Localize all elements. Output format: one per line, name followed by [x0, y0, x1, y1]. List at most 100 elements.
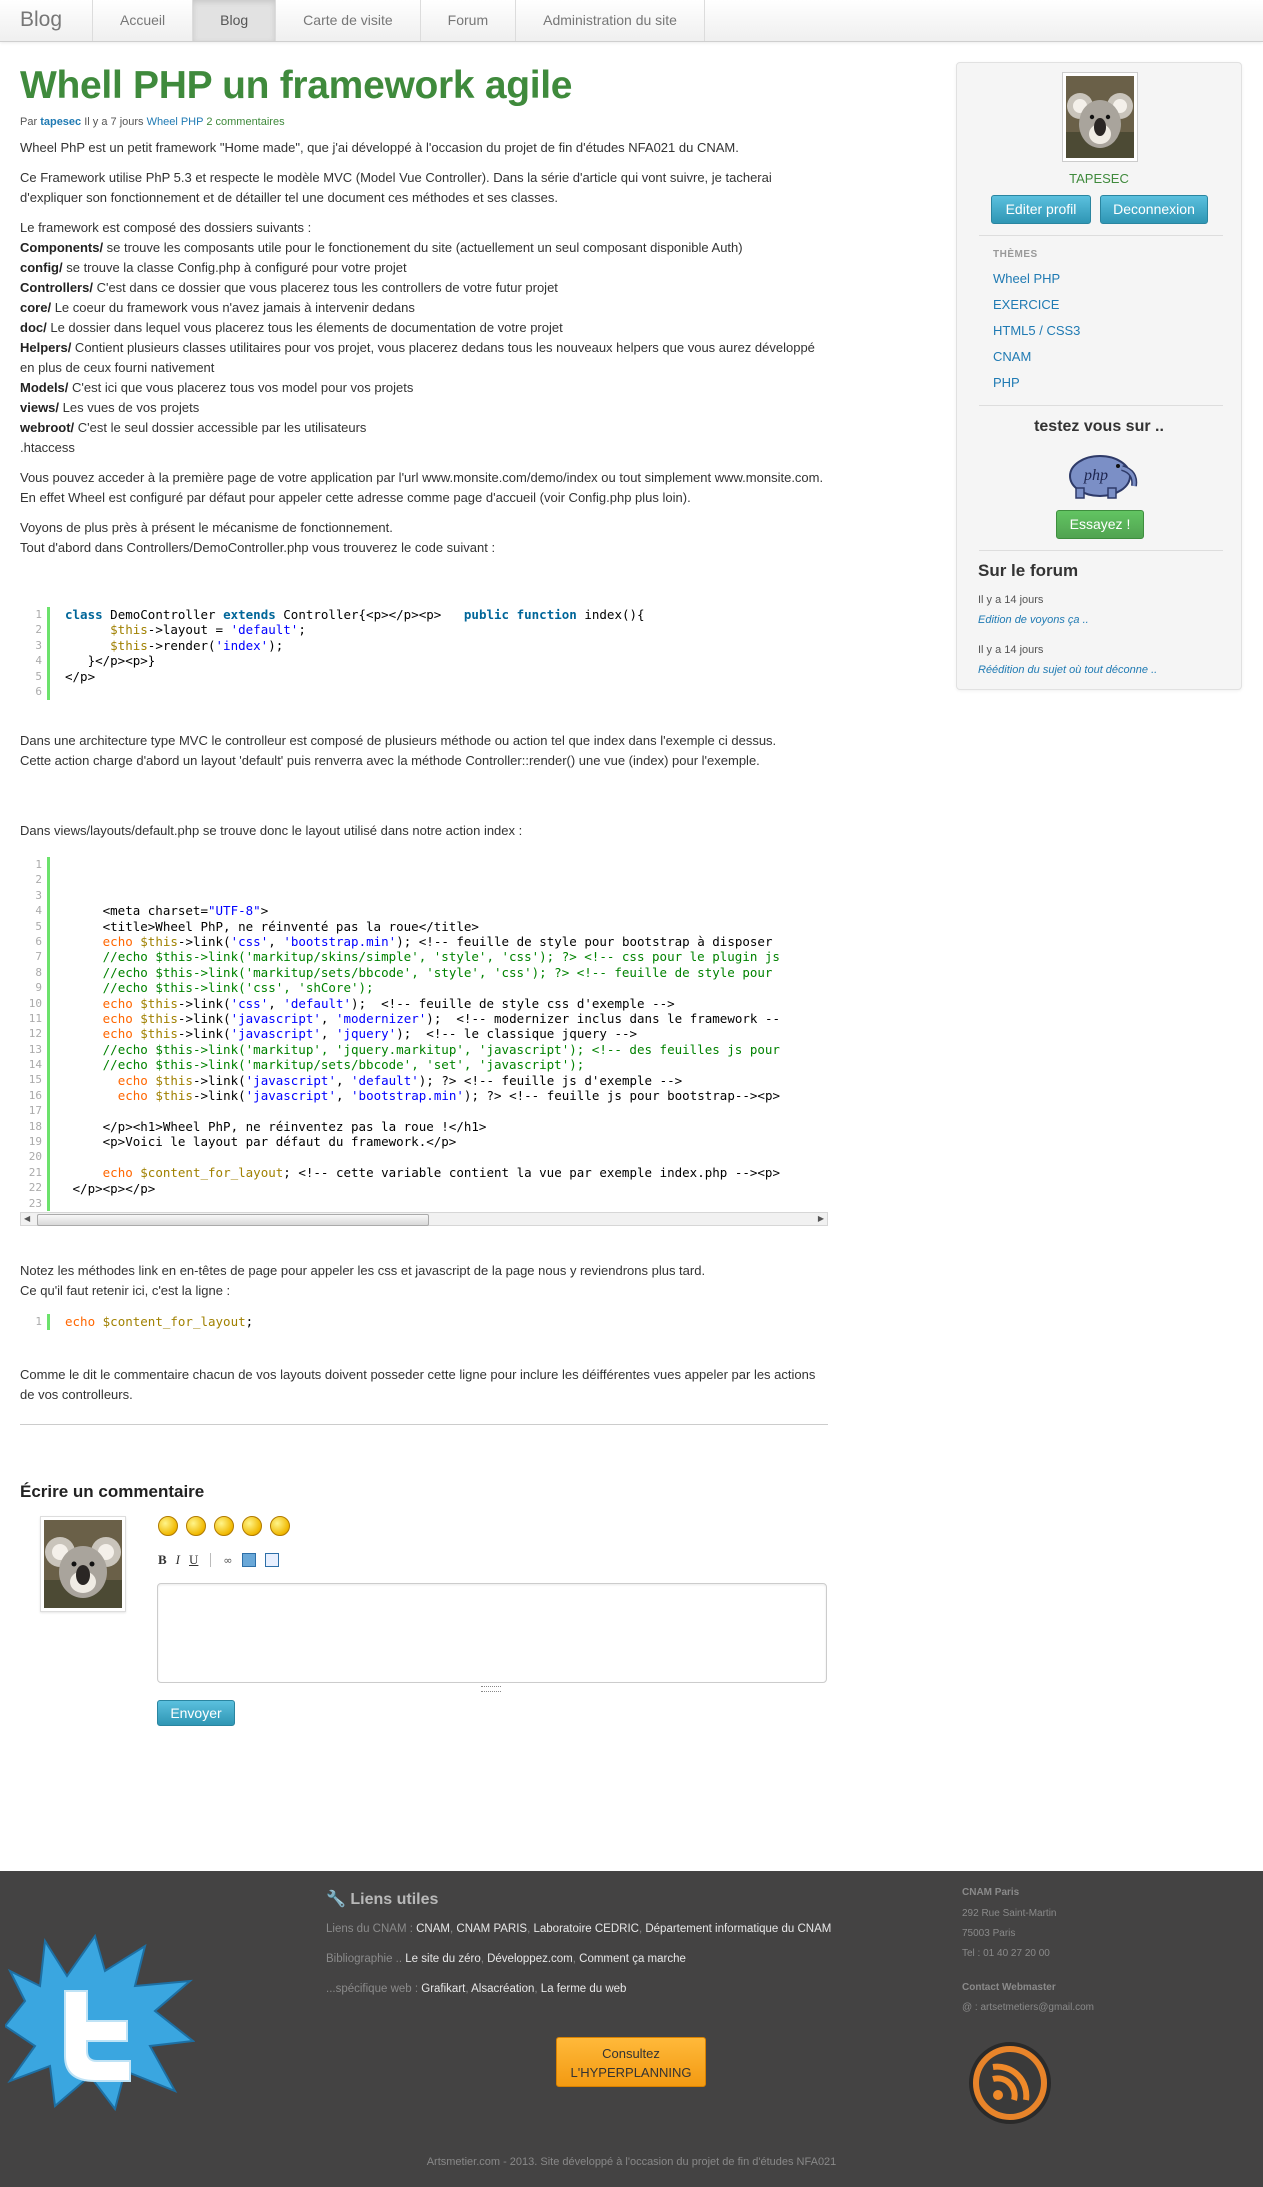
footer-link[interactable]: Grafikart	[421, 1983, 465, 1995]
notez-line-2: Ce qu'il faut retenir ici, c'est la lign…	[20, 1283, 231, 1298]
folder-item: views/ Les vues de vos projets	[20, 400, 200, 415]
footer-link[interactable]: Comment ça marche	[579, 1953, 686, 1965]
mvc-line-1: Dans une architecture type MVC le contro…	[20, 733, 777, 748]
insert-image-icon[interactable]	[241, 1553, 256, 1567]
folder-item: doc/ Le dossier dans lequel vous placere…	[20, 320, 563, 335]
svg-text:php: php	[1083, 467, 1108, 484]
nav-item-accueil[interactable]: Accueil	[93, 0, 194, 41]
textarea-resize-handle[interactable]	[481, 1686, 501, 1692]
blog-article: Whell PHP un framework agile Par tapesec…	[20, 64, 828, 558]
bold-button[interactable]: B	[158, 1552, 167, 1568]
smiley-thinking-icon[interactable]	[158, 1516, 178, 1536]
footer-row-bibliographie: Bibliographie .. Le site du zéro, Dévelo…	[326, 1953, 686, 1965]
php-elephant-icon[interactable]: php	[1060, 450, 1140, 500]
voyons-paragraph: Voyons de plus près à présent le mécanis…	[20, 518, 828, 558]
folder-item: config/ se trouve la classe Config.php à…	[20, 260, 407, 275]
code-gutter-bar	[47, 857, 50, 1211]
smiley-wink-icon[interactable]	[270, 1516, 290, 1536]
code-source: <meta charset="UTF-8"> <title>Wheel PhP,…	[72, 903, 781, 1196]
address-phone: Tel : 01 40 27 20 00	[962, 1948, 1050, 1959]
post-title: Whell PHP un framework agile	[20, 64, 573, 107]
sidebar: TAPESEC Editer profil Deconnexion THÈMES…	[956, 62, 1242, 690]
folder-item: Helpers/ Contient plusieurs classes util…	[20, 340, 815, 375]
folder-list-intro: Le framework est composé des dossiers su…	[20, 220, 312, 235]
main-nav: Accueil Blog Carte de visite Forum Admin…	[92, 0, 705, 41]
sidebar-divider	[979, 235, 1223, 236]
htaccess-item: .htaccess	[20, 440, 75, 455]
code-horizontal-scrollbar[interactable]: ◀ ▶	[20, 1212, 828, 1226]
twitter-bird-icon[interactable]	[5, 1931, 195, 2111]
comments-link[interactable]: 2 commentaires	[206, 116, 284, 128]
footer-link[interactable]: Le site du zéro	[405, 1953, 480, 1965]
footer-link[interactable]: Alsacréation	[471, 1983, 534, 1995]
scroll-left-arrow-icon[interactable]: ◀	[24, 1214, 30, 1223]
underline-button[interactable]: U	[189, 1552, 198, 1568]
folder-item: Models/ C'est ici que vous placerez tous…	[20, 380, 414, 395]
hyperplanning-line-2: L'HYPERPLANNING	[570, 2065, 692, 2080]
avatar	[1062, 72, 1138, 162]
forum-post-time: Il y a 14 jours	[978, 644, 1044, 656]
code-block-controller: 123456 class DemoController extends Cont…	[20, 607, 828, 700]
code-source: echo $content_for_layout;	[65, 1314, 254, 1329]
wrench-icon: 🔧	[326, 1889, 346, 1908]
smiley-cool-icon[interactable]	[242, 1516, 262, 1536]
edit-profile-button[interactable]: Editer profil	[991, 195, 1091, 224]
intro-paragraph-1: Wheel PhP est un petit framework "Home m…	[20, 140, 739, 155]
folder-item: core/ Le coeur du framework vous n'avez …	[20, 300, 415, 315]
voyons-line-2: Tout d'abord dans Controllers/DemoContro…	[20, 540, 496, 555]
footer-row-cnam: Liens du CNAM : CNAM, CNAM PARIS, Labora…	[326, 1923, 832, 1935]
hyperplanning-button[interactable]: Consultez L'HYPERPLANNING	[556, 2037, 706, 2087]
mvc-paragraph: Dans une architecture type MVC le contro…	[20, 731, 810, 771]
footer-link[interactable]: CNAM PARIS	[456, 1923, 527, 1935]
sidebar-divider	[979, 550, 1223, 551]
link-icon[interactable]: ∞	[223, 1554, 232, 1567]
line-numbers: 123456	[35, 608, 42, 698]
avatar	[40, 1516, 126, 1612]
folder-item: webroot/ C'est le seul dossier accessibl…	[20, 420, 367, 435]
forum-post-link[interactable]: Réédition du sujet où tout déconne ..	[978, 664, 1157, 676]
footer-link[interactable]: CNAM	[416, 1923, 450, 1935]
smiley-neutral-icon[interactable]	[186, 1516, 206, 1536]
comment-textarea[interactable]	[157, 1583, 827, 1683]
footer-link[interactable]: Département informatique du CNAM	[645, 1923, 831, 1935]
smiley-laughing-icon[interactable]	[214, 1516, 234, 1536]
sidebar-username[interactable]: TAPESEC	[957, 171, 1241, 186]
footer-link[interactable]: Développez.com	[487, 1953, 573, 1965]
address-street: 292 Rue Saint-Martin	[962, 1908, 1057, 1919]
theme-link-php[interactable]: PHP	[993, 375, 1020, 390]
scrollbar-thumb[interactable]	[37, 1214, 429, 1226]
insert-code-icon[interactable]	[264, 1553, 279, 1567]
koala-avatar	[44, 1520, 122, 1608]
contact-email[interactable]: @ : artsetmetiers@gmail.com	[962, 2002, 1094, 2013]
theme-link-cnam[interactable]: CNAM	[993, 349, 1031, 364]
italic-button[interactable]: I	[176, 1552, 180, 1568]
brand-logo[interactable]: Blog	[20, 8, 62, 32]
notez-paragraph: Notez les méthodes link en en-têtes de p…	[20, 1261, 810, 1301]
footer-link[interactable]: La ferme du web	[541, 1983, 627, 1995]
smiley-toolbar	[158, 1516, 290, 1536]
quiz-title: testez vous sur ..	[1034, 418, 1164, 435]
theme-link-wheel-php[interactable]: Wheel PHP	[993, 271, 1060, 286]
nav-item-blog[interactable]: Blog	[193, 0, 277, 41]
scroll-right-arrow-icon[interactable]: ▶	[818, 1214, 824, 1223]
footer-copyright: Artsmetier.com - 2013. Site développé à …	[426, 2156, 837, 2168]
code-gutter-bar	[47, 607, 50, 700]
theme-link-html5-css3[interactable]: HTML5 / CSS3	[993, 323, 1080, 338]
line-numbers: 1 2 3 4 5 6 7 8 9 10 11 12 13 14 15 16 17 18 19 20 21 22 23	[28, 858, 42, 1210]
nav-item-carte-de-visite[interactable]: Carte de visite	[276, 0, 421, 41]
logout-button[interactable]: Deconnexion	[1100, 195, 1208, 224]
theme-link-exercice[interactable]: EXERCICE	[993, 297, 1059, 312]
author-link[interactable]: tapesec	[40, 116, 81, 128]
rss-icon[interactable]	[968, 2041, 1052, 2125]
folder-list: Le framework est composé des dossiers su…	[20, 218, 828, 458]
nav-item-administration[interactable]: Administration du site	[516, 0, 705, 41]
submit-comment-button[interactable]: Envoyer	[157, 1700, 235, 1726]
nav-item-forum[interactable]: Forum	[421, 0, 517, 41]
forum-post-link[interactable]: Edition de voyons ça ..	[978, 614, 1089, 626]
footer-link[interactable]: Laboratoire CEDRIC	[534, 1923, 639, 1935]
sidebar-divider	[979, 405, 1223, 406]
site-footer: 🔧 Liens utiles Liens du CNAM : CNAM, CNA…	[0, 1871, 1263, 2187]
category-link[interactable]: Wheel PHP	[147, 116, 204, 128]
code-block-echo: 1 echo $content_for_layout;	[20, 1314, 828, 1330]
try-quiz-button[interactable]: Essayez !	[1056, 510, 1144, 539]
